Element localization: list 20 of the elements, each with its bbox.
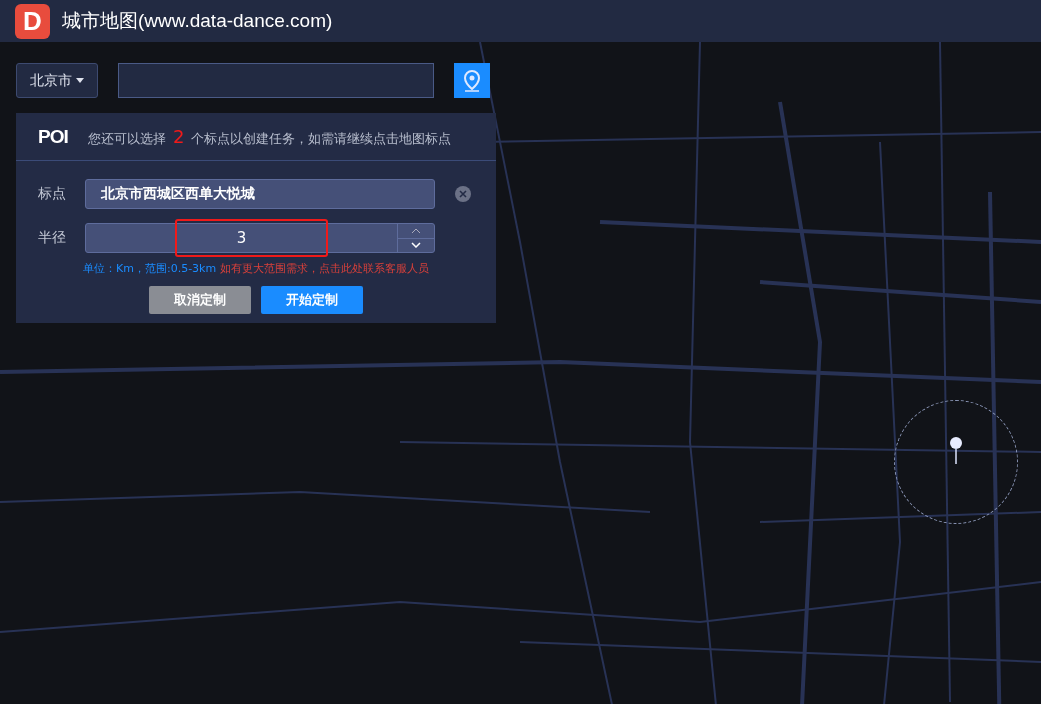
chevron-down-icon [411,242,421,249]
location-pin-button[interactable] [454,63,490,98]
caret-icon [76,78,84,83]
map-area[interactable]: 北京市 POI 您还可以选择 2 个标点以创建任务，如需请继续点击地图标点 标点 北京市西城区西单大悦城 半径 3 单位：Km，范围:0.5-3km 如有更大范围需求，点击此处联系客服人员 取消定制 开始定制 [0,42,1041,704]
map-pin-icon[interactable] [948,436,964,466]
close-icon [459,190,467,198]
location-pin-icon [463,69,481,92]
logo-icon: D [15,3,50,39]
chevron-up-icon [411,227,421,234]
city-dropdown[interactable]: 北京市 [16,63,98,98]
unit-hint: 单位：Km，范围:0.5-3km [83,261,217,276]
poi-input-field[interactable]: 北京市西城区西单大悦城 [85,179,435,209]
clear-button[interactable] [455,186,471,202]
panel-title: POI [38,125,68,148]
field-label: 半径 [37,229,67,247]
notice-text: 您还可以选择 2 个标点以创建任务，如需请继续点击地图标点 [87,125,452,148]
field-label: 标点 [37,185,67,203]
radius-input-field[interactable]: 3 [85,223,435,253]
app-title: 城市地图(www.data-dance.com) [62,9,333,33]
search-field[interactable] [118,63,434,98]
